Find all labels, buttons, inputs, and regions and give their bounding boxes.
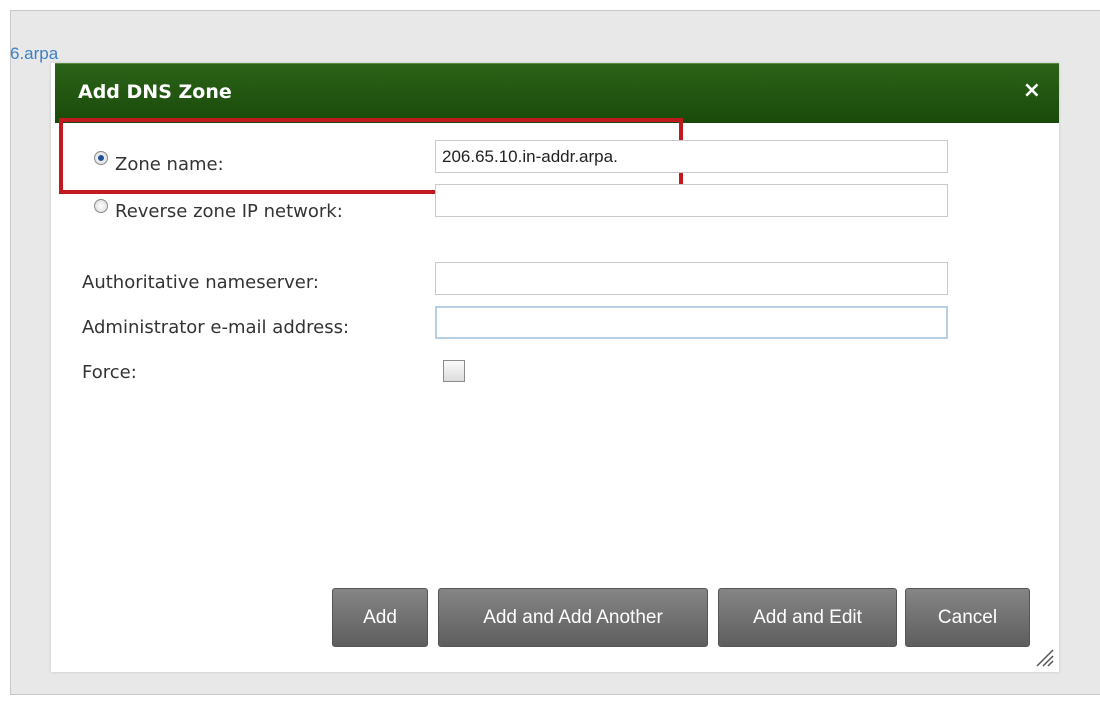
- reverse-zone-input[interactable]: [435, 184, 948, 217]
- cancel-button[interactable]: Cancel: [905, 588, 1030, 647]
- admin-email-label: Administrator e-mail address:: [82, 317, 350, 338]
- zone-name-input[interactable]: [435, 140, 948, 173]
- force-checkbox[interactable]: [443, 360, 465, 382]
- authoritative-nameserver-label: Authoritative nameserver:: [82, 272, 319, 293]
- dialog-title: Add DNS Zone: [78, 81, 232, 103]
- force-label: Force:: [82, 362, 137, 383]
- add-and-edit-button[interactable]: Add and Edit: [718, 588, 897, 647]
- zone-name-label: Zone name:: [115, 154, 224, 175]
- add-button[interactable]: Add: [332, 588, 428, 647]
- dialog-titlebar: Add DNS Zone ×: [55, 63, 1059, 123]
- zone-name-radio[interactable]: [94, 151, 108, 165]
- resize-handle-icon[interactable]: [1033, 646, 1055, 668]
- add-and-add-another-button[interactable]: Add and Add Another: [438, 588, 708, 647]
- reverse-zone-radio[interactable]: [94, 199, 108, 213]
- close-icon[interactable]: ×: [1023, 79, 1041, 103]
- admin-email-input[interactable]: [435, 306, 948, 339]
- reverse-zone-label: Reverse zone IP network:: [115, 201, 343, 222]
- authoritative-nameserver-input[interactable]: [435, 262, 948, 295]
- background-zone-link[interactable]: 6.arpa: [10, 44, 58, 64]
